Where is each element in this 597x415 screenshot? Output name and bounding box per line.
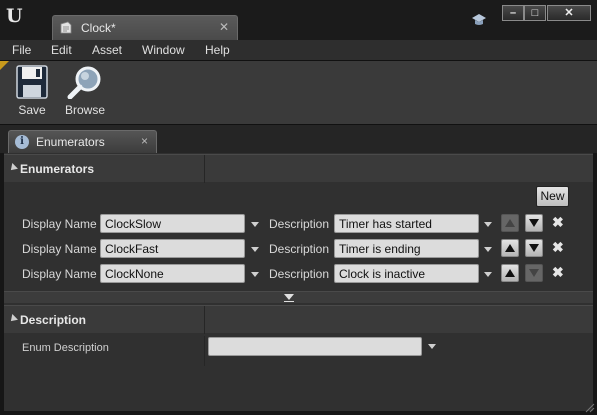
display-name-label: Display Name	[22, 267, 97, 281]
move-up-button[interactable]	[501, 239, 519, 257]
browse-label: Browse	[64, 103, 105, 117]
tab-clock[interactable]: Clock* ✕	[52, 15, 238, 40]
chevron-down-icon[interactable]	[484, 222, 492, 227]
maximize-button[interactable]: □	[524, 5, 546, 21]
browse-button[interactable]: Browse	[62, 65, 108, 117]
enumerators-section-header[interactable]: Enumerators	[4, 154, 593, 183]
chevron-down-icon[interactable]	[428, 344, 436, 349]
description-section-header[interactable]: Description	[4, 305, 593, 334]
display-name-field[interactable]: ClockSlow	[100, 214, 245, 233]
description-field[interactable]: Timer has started	[334, 214, 479, 233]
tab-title: Clock*	[81, 21, 116, 35]
description-label: Description	[269, 267, 330, 281]
delete-icon[interactable]: ✖	[552, 264, 564, 281]
enumerator-row: Display Name ClockNone Description Clock…	[4, 262, 593, 286]
description-label: Description	[269, 217, 330, 231]
close-button[interactable]: ✕	[547, 5, 591, 21]
enumerator-row: Display Name ClockSlow Description Timer…	[4, 212, 593, 236]
chevron-down-icon[interactable]	[484, 272, 492, 277]
description-field[interactable]: Timer is ending	[334, 239, 479, 258]
move-up-button[interactable]	[501, 264, 519, 282]
info-icon: i	[15, 135, 29, 149]
arrow-down-icon	[529, 219, 539, 227]
display-name-label: Display Name	[22, 242, 97, 256]
delete-icon[interactable]: ✖	[552, 214, 564, 231]
move-down-button[interactable]	[525, 264, 543, 282]
arrow-down-icon	[529, 244, 539, 252]
display-name-field[interactable]: ClockNone	[100, 264, 245, 283]
minimize-button[interactable]: –	[502, 5, 524, 21]
expand-bar-icon	[284, 301, 294, 302]
arrow-up-icon	[505, 269, 515, 277]
expand-arrow-icon	[284, 294, 294, 300]
enum-description-row: Enum Description	[4, 336, 593, 366]
panel-tab-strip: i Enumerators ×	[0, 125, 597, 153]
section-title: Description	[20, 313, 87, 327]
panel-tab-label: Enumerators	[36, 135, 105, 149]
enum-description-field[interactable]	[208, 337, 422, 356]
display-name-field[interactable]: ClockFast	[100, 239, 245, 258]
graduation-cap-icon[interactable]	[471, 13, 487, 27]
resize-grip-icon[interactable]	[585, 403, 595, 413]
details-panel: Enumerators New Display Name ClockSlow D…	[4, 153, 593, 411]
chevron-down-icon[interactable]	[484, 247, 492, 252]
magnifier-icon	[67, 66, 101, 99]
collapse-arrow-icon[interactable]	[8, 163, 18, 173]
toolbar: Save Browse	[0, 61, 597, 125]
unreal-logo-icon: U	[6, 5, 23, 27]
menu-help[interactable]: Help	[205, 43, 230, 57]
move-up-button[interactable]	[501, 214, 519, 232]
collapse-arrow-icon[interactable]	[8, 314, 18, 324]
arrow-up-icon	[505, 219, 515, 227]
display-name-label: Display Name	[22, 217, 97, 231]
column-divider[interactable]	[204, 306, 205, 334]
column-divider[interactable]	[204, 155, 205, 183]
enum-asset-icon	[60, 21, 72, 34]
menu-asset[interactable]: Asset	[92, 43, 122, 57]
description-label: Description	[269, 242, 330, 256]
menu-bar: File Edit Asset Window Help	[0, 40, 597, 61]
arrow-down-icon	[529, 269, 539, 277]
move-down-button[interactable]	[525, 214, 543, 232]
move-down-button[interactable]	[525, 239, 543, 257]
menu-file[interactable]: File	[12, 43, 31, 57]
new-enumerator-button[interactable]: New	[536, 186, 569, 207]
menu-window[interactable]: Window	[142, 43, 185, 57]
title-bar: U Clock* ✕ – □ ✕	[0, 0, 597, 40]
column-divider[interactable]	[204, 336, 205, 366]
menu-edit[interactable]: Edit	[51, 43, 72, 57]
arrow-up-icon	[505, 244, 515, 252]
chevron-down-icon[interactable]	[251, 222, 259, 227]
save-icon	[16, 65, 48, 99]
save-button[interactable]: Save	[14, 65, 50, 117]
enum-description-label: Enum Description	[22, 342, 109, 354]
chevron-down-icon[interactable]	[251, 247, 259, 252]
tab-close-icon[interactable]: ✕	[219, 20, 229, 34]
section-title: Enumerators	[20, 162, 95, 176]
tab-enumerators[interactable]: i Enumerators ×	[8, 130, 157, 153]
toolbar-accent-corner	[0, 61, 9, 70]
save-label: Save	[18, 103, 46, 117]
enumerator-row: Display Name ClockFast Description Timer…	[4, 237, 593, 261]
delete-icon[interactable]: ✖	[552, 239, 564, 256]
advanced-expander[interactable]	[4, 291, 593, 303]
description-field[interactable]: Clock is inactive	[334, 264, 479, 283]
chevron-down-icon[interactable]	[251, 272, 259, 277]
panel-tab-close-icon[interactable]: ×	[141, 134, 148, 148]
